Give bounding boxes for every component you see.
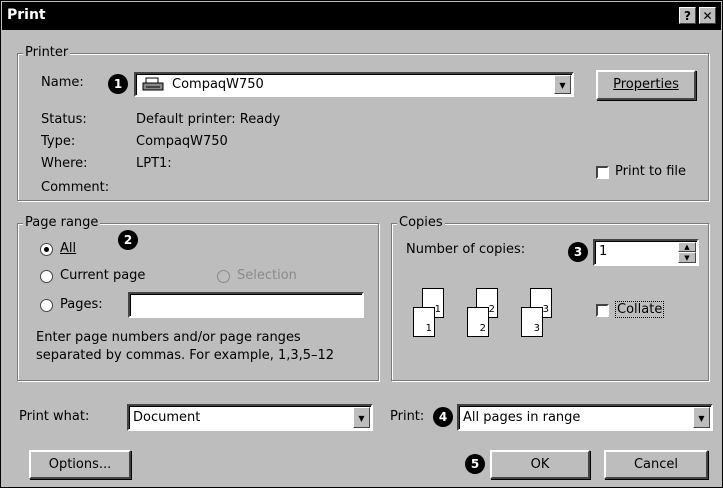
- cancel-label: Cancel: [633, 457, 679, 472]
- pages-radio[interactable]: [40, 299, 53, 312]
- pages-input[interactable]: [128, 292, 364, 318]
- where-value: LPT1:: [136, 156, 172, 171]
- print-what-label: Print what:: [19, 409, 90, 424]
- current-page-radio[interactable]: [40, 270, 53, 283]
- spin-up-icon[interactable]: ▲: [678, 242, 696, 252]
- print-to-file-label[interactable]: Print to file: [615, 164, 686, 179]
- where-label: Where:: [41, 156, 88, 171]
- spin-down-icon[interactable]: ▼: [678, 252, 696, 263]
- spin-arrows-icon[interactable]: ▲ ▼: [678, 242, 696, 263]
- window-title: Print: [7, 7, 46, 23]
- status-label: Status:: [41, 112, 87, 127]
- collate-sheet: 3: [521, 307, 543, 337]
- all-label[interactable]: All: [60, 241, 76, 256]
- page-range-hint-1: Enter page numbers and/or page ranges: [36, 330, 301, 345]
- printer-name-value: CompaqW750: [172, 77, 264, 92]
- name-label: Name:: [41, 75, 84, 90]
- properties-button[interactable]: Properties: [596, 70, 696, 100]
- all-radio[interactable]: [40, 243, 53, 256]
- printer-icon: [142, 77, 164, 91]
- page-range-hint-2: separated by commas. For example, 1,3,5–…: [36, 348, 335, 363]
- properties-label: Properties: [613, 77, 679, 92]
- collate-checkbox[interactable]: [596, 304, 609, 317]
- copies-legend: Copies: [397, 215, 445, 230]
- close-button[interactable]: ✕: [699, 7, 716, 24]
- selection-radio[interactable]: [217, 270, 230, 283]
- options-label: Options...: [48, 457, 112, 472]
- status-value: Default printer: Ready: [136, 112, 281, 127]
- callout-4: 4: [433, 407, 453, 427]
- callout-1: 1: [108, 74, 128, 94]
- pages-label[interactable]: Pages:: [60, 297, 103, 312]
- print-to-file-checkbox[interactable]: [596, 166, 609, 179]
- options-button[interactable]: Options...: [29, 450, 131, 479]
- comment-label: Comment:: [41, 180, 110, 195]
- title-bar: Print ? ✕: [2, 2, 721, 30]
- collate-sheet: 2: [467, 307, 489, 337]
- print-select[interactable]: All pages in range ▼: [457, 404, 713, 431]
- ok-button[interactable]: OK: [490, 450, 590, 479]
- print-what-select[interactable]: Document ▼: [127, 404, 373, 431]
- copies-input[interactable]: 1 ▲ ▼: [593, 239, 699, 266]
- current-page-label[interactable]: Current page: [60, 268, 145, 283]
- page-range-legend: Page range: [23, 215, 101, 230]
- print-what-value: Document: [133, 410, 201, 425]
- printer-group: Printer Name: 1 CompaqW750 ▼ Properties …: [17, 45, 709, 201]
- ok-label: OK: [530, 457, 550, 472]
- callout-2: 2: [118, 230, 138, 250]
- print-label: Print:: [390, 409, 425, 424]
- type-value: CompaqW750: [136, 134, 228, 149]
- number-of-copies-label: Number of copies:: [406, 242, 526, 257]
- page-range-group: Page range 2 All Current page Selection …: [17, 215, 379, 381]
- help-button[interactable]: ?: [679, 7, 696, 24]
- dropdown-arrow-icon[interactable]: ▼: [353, 407, 370, 428]
- callout-5: 5: [465, 454, 485, 474]
- collate-sheet: 1: [413, 307, 435, 337]
- print-value: All pages in range: [463, 410, 581, 425]
- copies-value: 1: [599, 244, 608, 259]
- callout-3: 3: [568, 242, 588, 262]
- printer-legend: Printer: [23, 45, 71, 60]
- cancel-button[interactable]: Cancel: [604, 450, 708, 479]
- printer-name-select[interactable]: CompaqW750 ▼: [134, 72, 574, 97]
- dropdown-arrow-icon[interactable]: ▼: [554, 75, 571, 94]
- dropdown-arrow-icon[interactable]: ▼: [693, 407, 710, 428]
- selection-label[interactable]: Selection: [237, 268, 297, 283]
- collate-label[interactable]: Collate: [615, 301, 665, 318]
- type-label: Type:: [41, 134, 76, 149]
- copies-group: Copies Number of copies: 3 1 ▲ ▼ 1 1 2 2…: [391, 215, 709, 381]
- print-dialog: Print ? ✕ Printer Name: 1 CompaqW750 ▼ P…: [0, 0, 723, 488]
